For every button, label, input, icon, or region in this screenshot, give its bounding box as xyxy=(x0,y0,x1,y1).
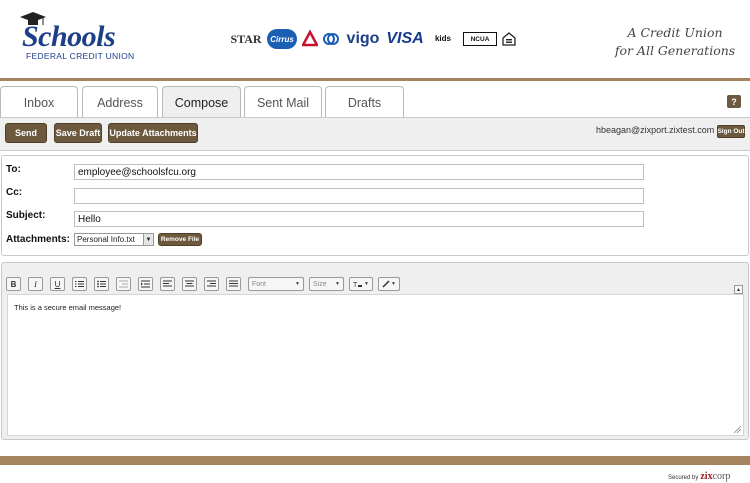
align-left-button[interactable] xyxy=(160,277,175,291)
ordered-list-button[interactable] xyxy=(72,277,87,291)
outdent-button[interactable] xyxy=(116,277,131,291)
help-button[interactable]: ? xyxy=(727,95,741,108)
tagline-line-1: A Credit Union xyxy=(627,25,723,40)
font-select-value: Font xyxy=(252,280,267,288)
kids-logo: kids xyxy=(434,34,451,43)
remove-file-button[interactable]: Remove File xyxy=(158,233,202,246)
header: Schools FEDERAL CREDIT UNION STAR Cirrus… xyxy=(0,0,750,80)
message-body[interactable]: This is a secure email message! xyxy=(7,294,744,436)
cirrus-logo: Cirrus xyxy=(267,29,297,49)
tagline-line-2: for All Generations xyxy=(614,43,736,58)
equal-housing-icon xyxy=(502,32,516,46)
unordered-list-button[interactable] xyxy=(94,277,109,291)
page: Schools FEDERAL CREDIT UNION STAR Cirrus… xyxy=(0,0,750,483)
text-color-icon: T xyxy=(353,282,362,288)
bullet-list-icon xyxy=(97,280,106,288)
star-network-logo: STAR xyxy=(230,31,262,46)
chevron-down-icon: ▼ xyxy=(295,281,300,287)
chevron-down-icon: ▼ xyxy=(391,281,396,287)
logo-wordmark: Schools xyxy=(22,20,116,53)
underline-button[interactable]: U xyxy=(50,277,65,291)
align-justify-button[interactable] xyxy=(226,277,241,291)
secured-by-text: Secured by xyxy=(668,475,699,481)
tab-drafts[interactable]: Drafts xyxy=(325,86,404,118)
tab-inbox[interactable]: Inbox xyxy=(0,86,78,118)
network-logos: STAR Cirrus vigo VISA kids NCUA xyxy=(230,26,516,52)
secured-by-zixcorp: Secured by zix corp xyxy=(668,471,730,482)
zix-wordmark: zix xyxy=(700,471,713,482)
text-color-button[interactable]: T ▼ xyxy=(349,277,373,291)
tab-address[interactable]: Address xyxy=(82,86,158,118)
font-select[interactable]: Font ▼ xyxy=(248,277,304,291)
plus-network-icon xyxy=(302,29,318,47)
attachment-selected-value: Personal Info.txt xyxy=(77,235,135,244)
chevron-down-icon: ▼ xyxy=(364,281,369,287)
ordered-list-icon xyxy=(75,281,84,287)
resize-grip-icon[interactable] xyxy=(733,425,741,433)
sign-out-button[interactable]: Sign Out xyxy=(717,125,745,138)
ncua-logo: NCUA xyxy=(463,32,497,46)
align-right-icon xyxy=(207,280,216,287)
indent-icon xyxy=(141,280,150,288)
tab-bar: Inbox Address Compose Sent Mail Drafts xyxy=(0,86,750,119)
cc-field[interactable] xyxy=(74,188,644,204)
cc-label: Cc: xyxy=(6,187,23,198)
align-center-icon xyxy=(185,280,194,287)
indent-button[interactable] xyxy=(138,277,153,291)
address-panel: To: Cc: Subject: Attachments: Personal I… xyxy=(1,155,749,256)
message-editor: B I U Font ▼ Size ▼ T ▼ ▼ This is a secu… xyxy=(1,262,749,440)
footer-bar xyxy=(0,456,750,465)
user-email: hbeagan@zixport.zixtest.com xyxy=(596,125,715,135)
size-select[interactable]: Size ▼ xyxy=(309,277,344,291)
vigo-logo: vigo xyxy=(346,30,380,47)
subject-field[interactable] xyxy=(74,211,644,227)
bold-button[interactable]: B xyxy=(6,277,21,291)
corp-wordmark: corp xyxy=(712,471,731,482)
align-center-button[interactable] xyxy=(182,277,197,291)
update-attachments-button[interactable]: Update Attachments xyxy=(108,123,198,143)
chevron-down-icon: ▼ xyxy=(143,234,153,245)
editor-toolbar: B I U Font ▼ Size ▼ T ▼ ▼ xyxy=(6,275,405,293)
save-draft-button[interactable]: Save Draft xyxy=(54,123,102,143)
outdent-icon xyxy=(119,280,128,288)
header-divider xyxy=(0,78,750,81)
compose-toolbar: Send Save Draft Update Attachments hbeag… xyxy=(0,117,750,151)
to-field[interactable] xyxy=(74,164,644,180)
highlighter-icon xyxy=(382,280,390,288)
message-body-text: This is a secure email message! xyxy=(14,303,122,312)
size-select-value: Size xyxy=(313,280,327,288)
send-button[interactable]: Send xyxy=(5,123,47,143)
logo-subtitle: FEDERAL CREDIT UNION xyxy=(26,51,135,61)
highlight-color-button[interactable]: ▼ xyxy=(378,277,400,291)
align-justify-icon xyxy=(229,280,238,287)
svg-text:T: T xyxy=(353,282,358,288)
schools-fcu-logo: Schools FEDERAL CREDIT UNION xyxy=(18,12,148,64)
chevron-down-icon: ▼ xyxy=(335,281,340,287)
attachments-select[interactable]: Personal Info.txt ▼ xyxy=(74,233,154,246)
collapse-toolbar-icon[interactable]: ▲ xyxy=(734,285,743,294)
to-label: To: xyxy=(6,164,21,175)
tab-compose[interactable]: Compose xyxy=(162,86,241,119)
italic-button[interactable]: I xyxy=(28,277,43,291)
align-right-button[interactable] xyxy=(204,277,219,291)
coop-network-icon xyxy=(323,33,339,45)
tagline: A Credit Union for All Generations xyxy=(610,24,740,60)
visa-logo: VISA xyxy=(386,30,424,47)
tab-sent-mail[interactable]: Sent Mail xyxy=(244,86,322,118)
subject-label: Subject: xyxy=(6,210,46,221)
align-left-icon xyxy=(163,280,172,287)
attachments-label: Attachments: xyxy=(6,234,70,245)
